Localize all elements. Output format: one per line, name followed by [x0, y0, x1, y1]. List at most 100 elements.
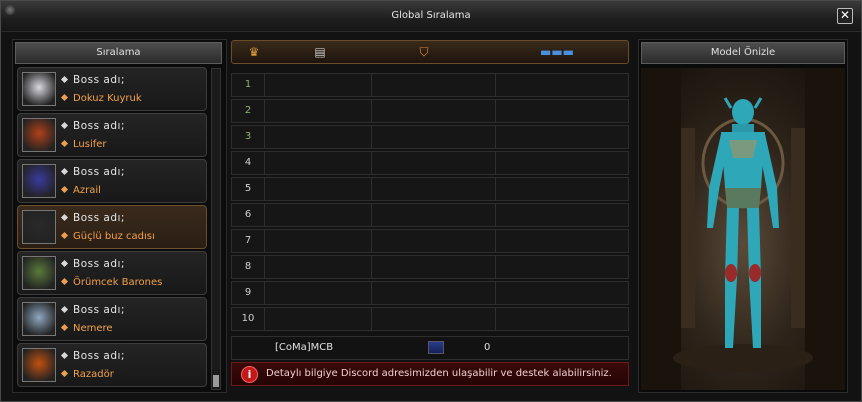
bullet-icon [60, 139, 69, 148]
rank-number: 2 [232, 100, 265, 122]
rank-number: 6 [232, 204, 265, 226]
boss-label: Boss adı; [73, 350, 125, 362]
bullet-icon [60, 351, 69, 360]
global-ranking-window: Global Sıralama ✕ Sıralama Boss adı; Doku… [0, 0, 862, 402]
column-divider [371, 178, 372, 200]
crown-icon: ♛ [248, 45, 260, 59]
ranking-row[interactable]: 1 [231, 73, 629, 97]
bullet-icon [60, 75, 69, 84]
ranking-row[interactable]: 6 [231, 203, 629, 227]
tab-crown[interactable]: ♛ [242, 44, 266, 60]
boss-label: Boss adı; [73, 304, 125, 316]
boss-name: Razadör [73, 369, 114, 380]
boss-portrait [22, 164, 56, 198]
column-divider [495, 308, 496, 330]
boss-name: Güçlü buz cadısı [73, 231, 155, 242]
rank-number: 8 [232, 256, 265, 278]
boss-label: Boss adı; [73, 74, 125, 86]
boss-name: Lusifer [73, 139, 107, 150]
ranking-row[interactable]: 10 [231, 307, 629, 331]
boss-list-item[interactable]: Boss adı; Lusifer [17, 113, 207, 157]
close-button[interactable]: ✕ [837, 8, 853, 24]
boss-list-header: Sıralama [15, 42, 222, 64]
rank-number: 7 [232, 230, 265, 252]
bullet-icon [60, 167, 69, 176]
column-divider [371, 100, 372, 122]
boss-portrait [22, 210, 56, 244]
title-bar[interactable]: Global Sıralama ✕ [1, 1, 861, 32]
boss-list-item[interactable]: Boss adı; Razadör [17, 343, 207, 387]
ranking-row[interactable]: 4 [231, 151, 629, 175]
column-divider [495, 178, 496, 200]
rank-number: 10 [232, 308, 265, 330]
column-divider [495, 126, 496, 148]
column-divider [371, 126, 372, 148]
boss-portrait [22, 302, 56, 336]
bullet-icon [60, 369, 69, 378]
column-divider [371, 308, 372, 330]
rank-number: 3 [232, 126, 265, 148]
boss-list-item[interactable]: Boss adı; Dokuz Kuyruk [17, 67, 207, 111]
own-player-name: [CoMa]MCB [275, 342, 334, 353]
boss-portrait [22, 118, 56, 152]
tab-guild[interactable]: ⛉ [412, 44, 436, 60]
tab-id-card[interactable]: ▤ [308, 44, 332, 60]
column-divider [495, 256, 496, 278]
info-banner: i Detaylı bilgiye Discord adresimizden u… [231, 362, 629, 386]
boss-list-item[interactable]: Boss adı; Nemere [17, 297, 207, 341]
flag-icon [428, 341, 444, 354]
ranking-table: 1 2 3 4 5 6 7 8 9 10 [231, 73, 629, 331]
rank-number: 9 [232, 282, 265, 304]
info-icon: i [241, 366, 258, 383]
bullet-icon [60, 121, 69, 130]
boss-list-item[interactable]: Boss adı; Örümcek Barones [17, 251, 207, 295]
tab-bar[interactable]: ▬▬▬ [532, 44, 582, 60]
column-divider [371, 152, 372, 174]
column-divider [495, 282, 496, 304]
boss-label: Boss adı; [73, 212, 125, 224]
boss-portrait [22, 72, 56, 106]
own-ranking-row: [CoMa]MCB 0 [231, 336, 629, 360]
guild-emblem-icon: ⛉ [419, 45, 429, 59]
info-text: Detaylı bilgiye Discord adresimizden ula… [266, 368, 612, 379]
ranking-tabs: ♛ ▤ ⛉ ▬▬▬ [231, 40, 629, 64]
character-model [641, 68, 845, 390]
column-divider [495, 230, 496, 252]
boss-list-item[interactable]: Boss adı; Azrail [17, 159, 207, 203]
model-preview-header: Model Önizle [641, 42, 845, 64]
bullet-icon [60, 93, 69, 102]
ranking-row[interactable]: 9 [231, 281, 629, 305]
ranking-row[interactable]: 2 [231, 99, 629, 123]
bullet-icon [60, 259, 69, 268]
boss-list-item[interactable]: Boss adı; Güçlü buz cadısı [17, 205, 207, 249]
rank-number: 1 [232, 74, 265, 96]
ranking-row[interactable]: 8 [231, 255, 629, 279]
id-card-icon: ▤ [314, 45, 326, 59]
column-divider [495, 74, 496, 96]
boss-label: Boss adı; [73, 258, 125, 270]
ranking-row[interactable]: 5 [231, 177, 629, 201]
bullet-icon [60, 213, 69, 222]
window-title: Global Sıralama [391, 10, 471, 21]
boss-name: Nemere [73, 323, 113, 334]
column-divider [495, 204, 496, 226]
column-divider [495, 152, 496, 174]
own-score: 0 [484, 342, 491, 353]
ranking-row[interactable]: 7 [231, 229, 629, 253]
boss-name: Azrail [73, 185, 101, 196]
ranking-row[interactable]: 3 [231, 125, 629, 149]
boss-portrait [22, 348, 56, 382]
bullet-icon [60, 323, 69, 332]
column-divider [371, 256, 372, 278]
scrollbar-thumb[interactable] [213, 375, 219, 387]
bullet-icon [60, 185, 69, 194]
model-preview-viewport[interactable] [641, 68, 845, 390]
bullet-icon [60, 277, 69, 286]
rank-number: 5 [232, 178, 265, 200]
column-divider [371, 74, 372, 96]
boss-list-scrollbar[interactable] [211, 68, 221, 390]
rank-number: 4 [232, 152, 265, 174]
boss-label: Boss adı; [73, 120, 125, 132]
column-divider [371, 204, 372, 226]
column-divider [371, 230, 372, 252]
